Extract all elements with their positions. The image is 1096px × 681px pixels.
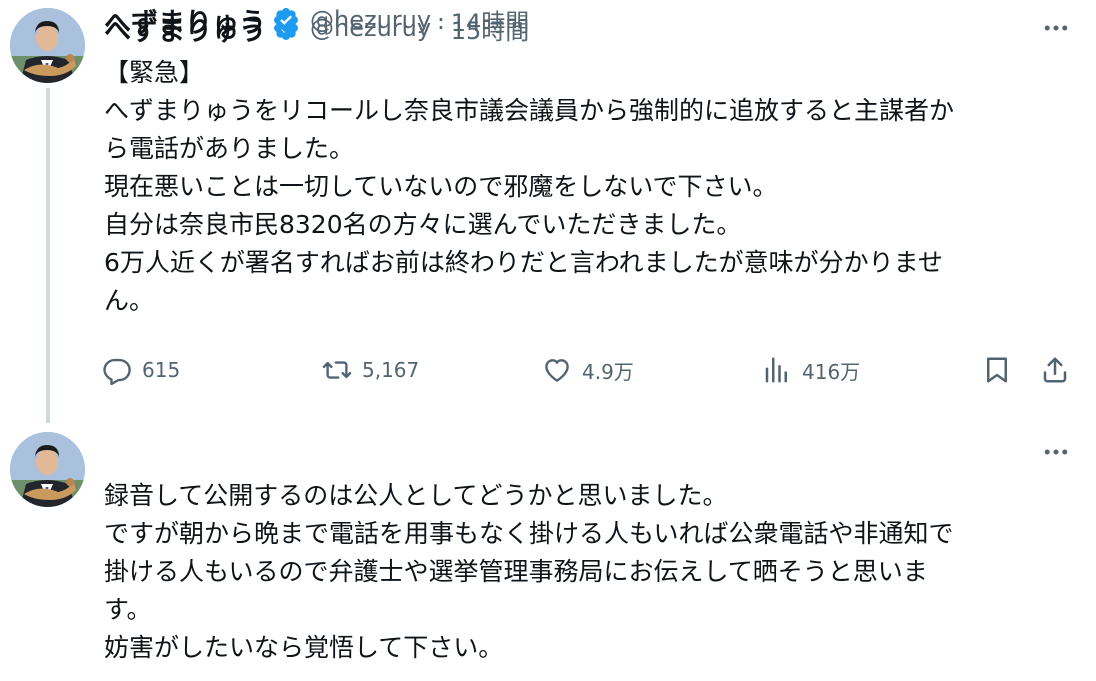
text-line: 現在悪いことは一切していないので邪魔をしないで下さい。: [104, 172, 778, 201]
tweet-header: へずまりゅう @hezuruy · 14時間: [104, 0, 529, 40]
separator-dot: ·: [437, 6, 445, 34]
text-line: 妨害がしたいなら覚悟して下さい。: [104, 633, 504, 662]
text-line: 自分は奈良市民8320名の方々に選んでいただきました。: [104, 210, 742, 239]
display-name[interactable]: へずまりゅう: [104, 1, 266, 40]
view-count: 416万: [802, 359, 861, 384]
reply-count: 615: [142, 358, 181, 382]
more-options-button[interactable]: [1036, 8, 1076, 48]
user-handle[interactable]: @hezuruy: [310, 6, 431, 34]
text-line: へずまりゅうをリコールし奈良市議会議員から強制的に追放すると主謀者か: [104, 96, 955, 125]
text-line: 6万人近くが署名すればお前は終わりだと言われましたが意味が分かりませ: [104, 248, 943, 277]
avatar[interactable]: [10, 432, 85, 507]
like-count: 4.9万: [582, 359, 634, 384]
avatar-photo-icon: [10, 432, 85, 507]
reply-bubble-icon: [103, 358, 131, 385]
heart-icon: [545, 359, 569, 382]
verified-badge-icon[interactable]: [272, 6, 300, 34]
repost-arrows-icon: [322, 361, 352, 379]
timestamp[interactable]: 14時間: [451, 3, 530, 38]
more-horizontal-icon: [1044, 25, 1068, 31]
more-horizontal-icon: [1044, 449, 1068, 455]
text-line: ですが朝から晩まで電話を用事もなく掛ける人もいれば公衆電話や非通知で: [104, 519, 954, 548]
analytics-bars-icon: [765, 357, 787, 383]
text-line: 掛ける人もいるので弁護士や選挙管理事務局にお伝えして晒そうと思いま: [104, 557, 928, 586]
share-upload-icon: [1043, 357, 1067, 383]
avatar-photo-icon: [10, 8, 85, 83]
repost-count: 5,167: [362, 358, 420, 382]
text-line: す。: [104, 595, 152, 624]
text-line: 録音して公開するのは公人としてどうかと思いました。: [104, 481, 728, 510]
bookmark-button[interactable]: [982, 350, 1012, 390]
tweet-actions: 615 5,167 4.9万 416万: [100, 350, 1080, 390]
like-button[interactable]: 4.9万: [542, 350, 634, 390]
tweet-1[interactable]: へずまりゅう @hezuruy · 15時間 【緊急】 へずまりゅうをリコールし奈…: [0, 0, 1096, 423]
thread-connector-line: [46, 88, 50, 423]
tweet-text: 【緊急】へずまりゅうをリコールし奈良市議会議員から強制的に追放すると主謀者か ら電…: [104, 54, 1064, 320]
text-line: 【緊急】: [104, 58, 205, 87]
reply-button[interactable]: 615: [102, 350, 180, 390]
avatar[interactable]: [10, 8, 85, 83]
text-line: ら電話がありました。: [104, 134, 355, 163]
more-options-button[interactable]: [1036, 432, 1076, 472]
text-line: ん。: [104, 286, 155, 315]
bookmark-icon: [987, 357, 1007, 383]
share-button[interactable]: [1040, 350, 1070, 390]
tweet-text: 録音して公開するのは公人としてどうかと思いました。ですが朝から晩まで電話を用事も…: [104, 477, 1064, 667]
views-button[interactable]: 416万: [762, 350, 860, 390]
repost-button[interactable]: 5,167: [322, 350, 419, 390]
